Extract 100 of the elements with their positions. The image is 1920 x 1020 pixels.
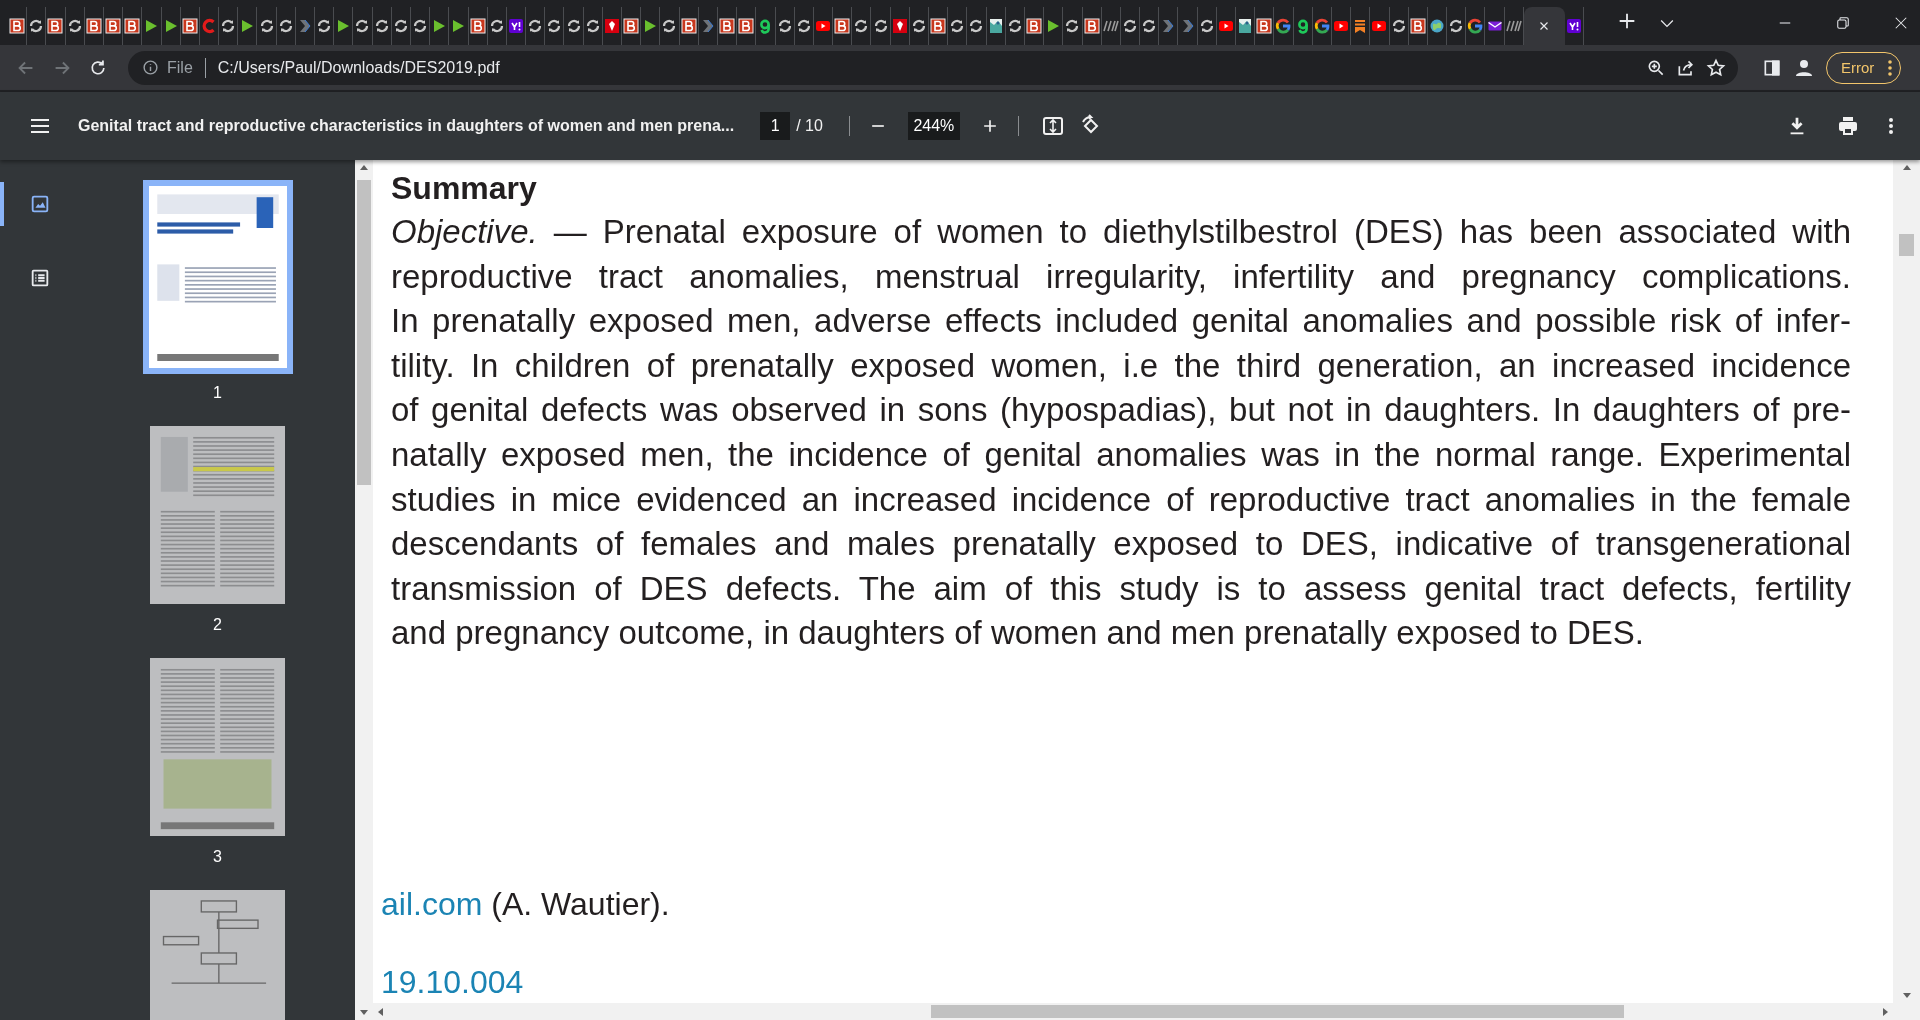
document-title: Genital tract and reproductive characteristics in daughters of women and men prena...	[78, 117, 735, 135]
sync-icon	[584, 18, 601, 34]
ring-icon	[1467, 18, 1484, 34]
sync-icon	[392, 18, 409, 34]
browser-tab[interactable]	[717, 7, 738, 45]
footnote-text: ail.com (A. Wautier).	[381, 884, 671, 924]
site-icon	[738, 18, 755, 34]
sync-icon	[220, 18, 237, 34]
browser-tab[interactable]	[8, 7, 28, 45]
doi-link[interactable]: 19.10.004	[381, 963, 524, 1000]
sync-icon	[373, 18, 390, 34]
sync-icon	[1064, 18, 1081, 34]
browser-tab[interactable]	[103, 7, 124, 45]
star-icon[interactable]	[1706, 57, 1726, 78]
arc-icon	[200, 18, 217, 34]
sync-icon	[354, 18, 371, 34]
print-icon[interactable]	[1836, 114, 1860, 138]
page-number: 1	[213, 384, 222, 402]
site-icon	[124, 18, 141, 34]
site-icon	[834, 18, 851, 34]
scrollbar-thumb[interactable]	[1899, 234, 1914, 256]
sync-icon	[565, 18, 582, 34]
browser-tab[interactable]	[679, 7, 699, 45]
sync-icon	[949, 18, 966, 34]
sync-icon	[277, 18, 294, 34]
sync-icon	[66, 18, 83, 34]
browser-tab[interactable]	[890, 7, 910, 45]
site-icon	[719, 18, 736, 34]
site-icon	[181, 18, 198, 34]
sync-icon	[872, 18, 889, 34]
browser-tab[interactable]	[833, 7, 853, 45]
site-icon	[85, 18, 102, 34]
browser-tab[interactable]	[123, 7, 143, 45]
browser-tab[interactable]	[602, 7, 622, 45]
sync-icon	[968, 18, 985, 34]
browser-tab[interactable]	[468, 7, 488, 45]
fit-page-icon[interactable]	[1040, 114, 1065, 138]
email-link[interactable]: ail.com	[381, 885, 483, 922]
sync-icon	[1390, 18, 1407, 34]
gem-icon	[891, 18, 908, 34]
sync-icon	[1198, 18, 1215, 34]
video-play-icon	[1217, 18, 1234, 34]
browser-tab[interactable]	[1255, 7, 1275, 45]
sync-icon	[412, 18, 429, 34]
page-thumbnail[interactable]	[150, 658, 285, 836]
site-icon	[469, 18, 486, 34]
sync-icon	[316, 18, 333, 34]
scrollbar-thumb[interactable]	[357, 180, 371, 485]
page-thumbnail[interactable]	[150, 890, 285, 1020]
site-icon	[1256, 18, 1273, 34]
browser-tab[interactable]	[84, 7, 104, 45]
browser-tab[interactable]	[1024, 7, 1045, 45]
browser-tab[interactable]	[1236, 7, 1256, 45]
scrollbar[interactable]	[355, 160, 373, 1020]
ring-icon	[1313, 18, 1330, 34]
sync-icon	[910, 18, 927, 34]
slash-icon	[1505, 18, 1522, 34]
browser-tab[interactable]	[622, 7, 642, 45]
browser-tab[interactable]	[506, 7, 527, 45]
image-icon	[1237, 18, 1254, 34]
site-icon	[1409, 18, 1426, 34]
browser-tab[interactable]	[1408, 7, 1428, 45]
outline-icon	[29, 267, 51, 289]
sync-icon	[1141, 18, 1158, 34]
browser-tab[interactable]	[737, 7, 757, 45]
section-heading: Summary	[391, 169, 538, 208]
browser-tab[interactable]	[929, 7, 949, 45]
page-number-field[interactable]: 1	[760, 112, 791, 140]
sync-icon	[853, 18, 870, 34]
site-icon	[1026, 18, 1043, 34]
thumbnails-icon	[29, 193, 51, 215]
sync-icon	[1448, 18, 1465, 34]
sync-icon	[488, 18, 505, 34]
site-icon	[507, 18, 524, 34]
page-thumbnail[interactable]	[142, 180, 293, 374]
browser-tab[interactable]	[180, 7, 200, 45]
info-icon	[142, 59, 159, 76]
site-icon	[930, 18, 947, 34]
address-bar[interactable]: File C:/Users/Paul/Downloads/DES2019.pdf	[128, 50, 1738, 85]
sync-icon	[1121, 18, 1138, 34]
browser-tab[interactable]	[46, 7, 66, 45]
sync-icon	[258, 18, 275, 34]
site-icon	[1083, 18, 1100, 34]
zoom-field[interactable]: 244%	[907, 112, 960, 140]
gem-icon	[603, 18, 620, 34]
sync-icon	[28, 18, 45, 34]
page-number: 3	[213, 848, 222, 866]
scrollbar-thumb[interactable]	[931, 1005, 1624, 1018]
url-text: C:/Users/Paul/Downloads/DES2019.pdf	[217, 58, 501, 77]
more-icon[interactable]	[1888, 117, 1894, 135]
video-play-icon	[1371, 18, 1388, 34]
scrollbar[interactable]	[1893, 160, 1920, 1020]
site-icon	[9, 18, 26, 34]
browser-tab[interactable]	[1564, 7, 1584, 45]
browser-tab[interactable]	[1082, 7, 1102, 45]
sync-icon	[661, 18, 678, 34]
more-icon	[1888, 59, 1893, 76]
page-thumbnail[interactable]	[150, 426, 285, 604]
site-icon	[1565, 18, 1582, 34]
video-play-icon	[814, 18, 831, 34]
